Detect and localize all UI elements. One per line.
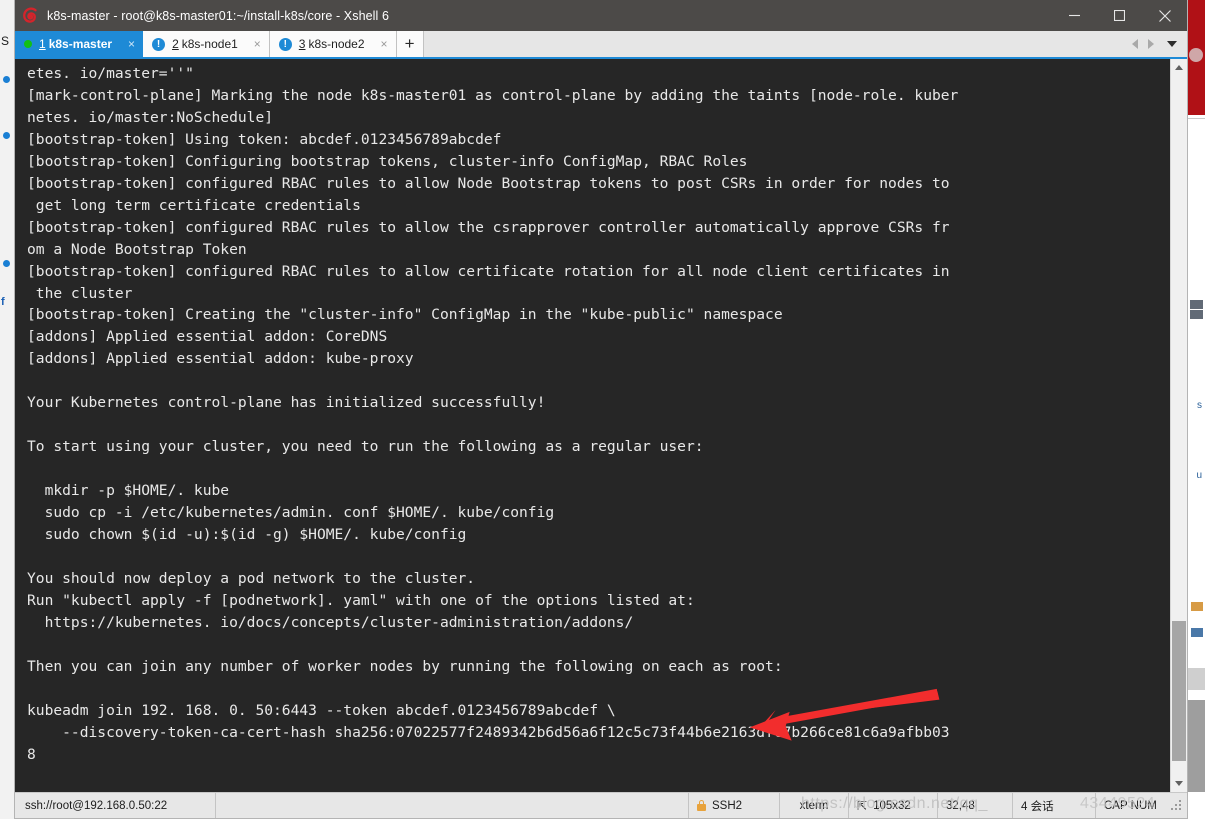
background-window-left[interactable]: S f bbox=[0, 0, 14, 819]
triangle-down-icon[interactable] bbox=[1167, 41, 1177, 47]
chevron-up-icon bbox=[1175, 65, 1183, 70]
close-button[interactable] bbox=[1142, 0, 1187, 31]
terminal-area: etes. io/master=''" [mark-control-plane]… bbox=[15, 59, 1187, 792]
green-dot-icon bbox=[24, 40, 32, 48]
background-right-text-2: u bbox=[1196, 470, 1202, 481]
tab-k8s-master[interactable]: 1 k8s-master × bbox=[15, 31, 144, 57]
status-cursor: 32,48 bbox=[946, 799, 975, 812]
status-caps-num: CAP NUM bbox=[1104, 799, 1157, 812]
tab-label: k8s-master bbox=[48, 37, 113, 51]
tab-close-icon[interactable]: × bbox=[377, 37, 392, 51]
status-sessions[interactable]: 4 会话 bbox=[1013, 793, 1095, 818]
background-right-line-3 bbox=[1191, 602, 1203, 611]
terminal-screen[interactable]: etes. io/master=''" [mark-control-plane]… bbox=[15, 59, 1170, 792]
xshell-logo-icon bbox=[21, 6, 39, 25]
status-spacer bbox=[216, 793, 688, 818]
title-bar[interactable]: k8s-master - root@k8s-master01:~/install… bbox=[15, 0, 1187, 31]
background-right-scroll-thumb[interactable] bbox=[1188, 700, 1205, 792]
terminal-output: etes. io/master=''" [mark-control-plane]… bbox=[27, 65, 959, 763]
tab-index: 2 bbox=[172, 37, 179, 51]
new-tab-button[interactable]: + bbox=[396, 31, 424, 57]
tab-label: k8s-node1 bbox=[181, 37, 238, 51]
info-badge-icon: ! bbox=[278, 37, 292, 51]
resize-grip-icon[interactable] bbox=[1170, 799, 1184, 813]
status-security-label: SSH2 bbox=[712, 799, 743, 812]
terminal-scrollbar[interactable] bbox=[1170, 59, 1187, 792]
tab-nav-controls bbox=[1127, 31, 1187, 57]
background-right-line-4 bbox=[1191, 628, 1203, 637]
background-left-mark: f bbox=[1, 296, 5, 308]
status-bar: ssh://root@192.168.0.50:22 SSH2 xterm ⇱ … bbox=[15, 792, 1187, 818]
background-window-right[interactable]: s u bbox=[1188, 0, 1205, 819]
scrollbar-track[interactable] bbox=[1171, 76, 1187, 775]
maximize-button[interactable] bbox=[1097, 0, 1142, 31]
lock-icon bbox=[697, 800, 706, 811]
background-right-bar bbox=[1188, 668, 1205, 690]
tab-bar: 1 k8s-master × ! 2 k8s-node1 × ! 3 k8s-n… bbox=[15, 31, 1187, 59]
background-right-line-1 bbox=[1190, 300, 1203, 309]
xshell-window: k8s-master - root@k8s-master01:~/install… bbox=[14, 0, 1188, 819]
background-right-line-2 bbox=[1190, 310, 1203, 319]
screen-root: S f s u k8s-master - root@k8s-master01:~… bbox=[0, 0, 1205, 819]
info-badge-icon: ! bbox=[152, 37, 166, 51]
tab-close-icon[interactable]: × bbox=[124, 37, 139, 51]
background-left-dot-2 bbox=[3, 132, 10, 139]
tab-bar-spacer bbox=[423, 31, 1127, 57]
triangle-left-icon[interactable] bbox=[1132, 39, 1138, 49]
status-connection-url: ssh://root@192.168.0.50:22 bbox=[25, 799, 168, 812]
tab-close-icon[interactable]: × bbox=[250, 37, 265, 51]
background-left-text: S bbox=[1, 34, 10, 48]
tab-label: k8s-node2 bbox=[308, 37, 365, 51]
tab-k8s-node2[interactable]: ! 3 k8s-node2 × bbox=[269, 31, 397, 57]
background-right-banner bbox=[1188, 0, 1205, 115]
status-size-label: 105x32 bbox=[873, 799, 911, 812]
minimize-button[interactable] bbox=[1052, 0, 1097, 31]
resize-icon: ⇱ bbox=[857, 798, 868, 813]
scroll-down-button[interactable] bbox=[1171, 775, 1187, 792]
status-size: ⇱ 105x32 bbox=[849, 793, 937, 818]
status-terminal-type[interactable]: xterm bbox=[780, 793, 848, 818]
tab-index: 1 bbox=[39, 37, 46, 51]
status-security[interactable]: SSH2 bbox=[689, 793, 779, 818]
scrollbar-thumb[interactable] bbox=[1172, 621, 1186, 762]
window-title: k8s-master - root@k8s-master01:~/install… bbox=[47, 8, 390, 23]
chevron-down-icon bbox=[1175, 781, 1183, 786]
background-left-dot-1 bbox=[3, 76, 10, 83]
triangle-right-icon[interactable] bbox=[1148, 39, 1154, 49]
background-right-sep-1 bbox=[1188, 118, 1205, 119]
tab-k8s-node1[interactable]: ! 2 k8s-node1 × bbox=[143, 31, 270, 57]
tab-index: 3 bbox=[298, 37, 306, 51]
background-left-dot-3 bbox=[3, 260, 10, 267]
background-right-text-1: s bbox=[1197, 400, 1202, 411]
scroll-up-button[interactable] bbox=[1171, 59, 1187, 76]
